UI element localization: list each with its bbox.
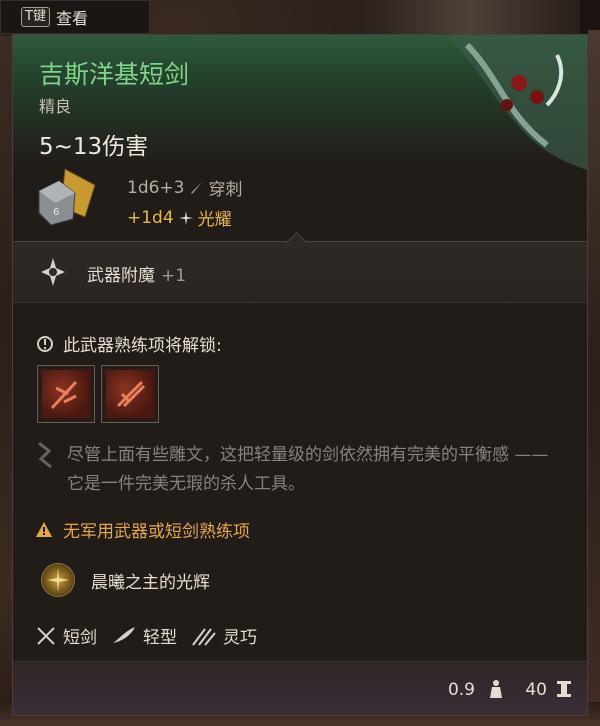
bonus-type: 光耀 <box>197 210 232 230</box>
damage-range: 5~13伤害 <box>39 134 149 160</box>
passive-name: 晨曦之主的光辉 <box>91 572 210 593</box>
finesse-icon <box>192 627 216 646</box>
quote-icon <box>38 441 52 469</box>
background-left-edge <box>0 36 12 726</box>
property-finesse[interactable]: 灵巧 <box>191 623 257 648</box>
weapon-action-slot[interactable] <box>101 365 159 423</box>
passive-row[interactable]: 晨曦之主的光辉 <box>41 563 210 597</box>
svg-text:6: 6 <box>53 207 59 218</box>
examine-label: 查看 <box>55 9 88 28</box>
gold-coin-icon <box>557 681 571 697</box>
background-right-edge <box>588 30 600 726</box>
weight-icon <box>490 680 502 698</box>
weapon-properties: 短剑 轻型 灵巧 <box>35 623 271 648</box>
radiant-icon <box>178 210 193 225</box>
enchantment-value: +1 <box>161 266 187 286</box>
property-label: 灵巧 <box>223 628 257 648</box>
tooltip-footer: 0.9 40 <box>13 661 587 715</box>
weapon-action-slot[interactable] <box>37 365 95 423</box>
crossed-swords-icon <box>37 626 55 645</box>
proficiency-title: 此武器熟练项将解锁: <box>63 336 222 356</box>
enchantment-row: 武器附魔 +1 <box>13 241 587 303</box>
item-weight: 0.9 <box>447 680 475 700</box>
property-shortsword[interactable]: 短剑 <box>35 623 97 648</box>
weapon-action-icon <box>50 380 78 410</box>
proficiency-warning: 无军用武器或短剑熟练项 <box>35 517 250 542</box>
key-badge: T键 <box>21 7 50 27</box>
property-light[interactable]: 轻型 <box>111 623 177 648</box>
item-tooltip: 吉斯洋基短剑 精良 5~13伤害 6 1d6+3 穿刺 +1d4 光耀 武器附魔… <box>12 34 588 716</box>
weapon-art-icon <box>447 35 587 170</box>
property-label: 短剑 <box>63 628 97 648</box>
proficiency-title-row: 此武器熟练项将解锁: <box>35 331 222 356</box>
damage-type: 穿刺 <box>208 180 243 200</box>
bonus-damage-line: +1d4 光耀 <box>127 205 232 231</box>
warning-icon <box>36 521 52 537</box>
weapon-action-icon <box>116 380 146 408</box>
radiance-icon <box>41 563 75 597</box>
damage-dice-line: 1d6+3 穿刺 <box>127 175 243 201</box>
warning-text: 无军用武器或短剑熟练项 <box>63 522 250 542</box>
feather-icon <box>113 626 135 643</box>
property-label: 轻型 <box>143 628 177 648</box>
item-description: 尽管上面有些雕文，这把轻量级的剑依然拥有完美的平衡感 —— 它是一件完美无瑕的杀… <box>67 445 549 494</box>
dice-icon: 6 <box>38 168 96 226</box>
item-value: 40 <box>525 680 547 700</box>
damage-dice: 1d6+3 <box>127 177 185 198</box>
enchantment-text: 武器附魔 +1 <box>87 261 186 286</box>
item-name: 吉斯洋基短剑 <box>39 60 190 89</box>
proficiency-icon <box>37 335 53 352</box>
enchantment-icon <box>41 258 65 286</box>
item-rarity: 精良 <box>39 97 72 116</box>
bonus-dice: +1d4 <box>127 207 174 228</box>
examine-hint[interactable]: T键 查看 <box>0 0 150 34</box>
piercing-icon <box>191 181 203 194</box>
enchantment-label: 武器附魔 <box>87 266 155 286</box>
